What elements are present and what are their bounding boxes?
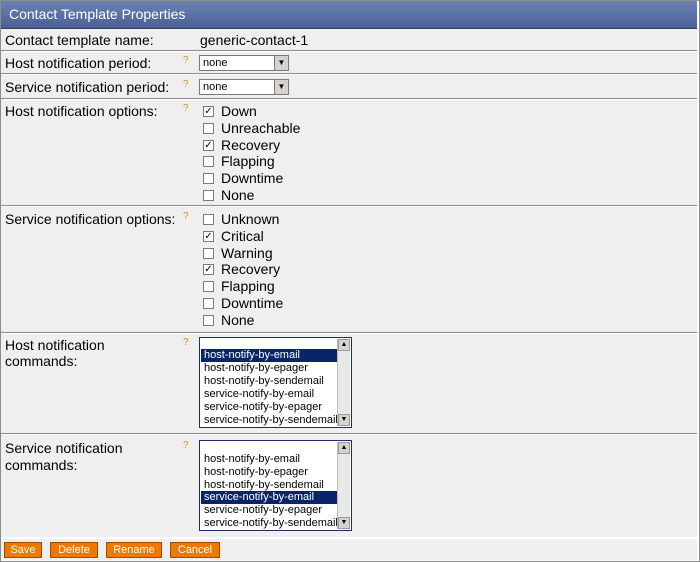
service-commands-label-1: Service notification — [5, 440, 123, 456]
list-item[interactable]: host-notify-by-epager — [201, 466, 337, 479]
scroll-up-icon[interactable]: ▲ — [338, 442, 350, 454]
list-item[interactable]: service-notify-by-sendemail — [201, 517, 338, 530]
list-item[interactable]: service-notify-by-email — [201, 491, 337, 504]
host-commands-label-2: commands: — [5, 353, 78, 369]
checkbox[interactable] — [203, 123, 214, 134]
panel-title: Contact Template Properties — [9, 6, 186, 22]
host-commands-list[interactable]: host-notify-by-email host-notify-by-epag… — [199, 337, 352, 428]
scrollbar[interactable]: ▲ ▼ — [337, 442, 350, 529]
checkbox[interactable]: ✓ — [203, 231, 214, 242]
help-icon[interactable]: ? — [183, 441, 189, 451]
list-item[interactable]: host-notify-by-epager — [201, 362, 337, 375]
scroll-down-icon[interactable]: ▼ — [338, 517, 350, 529]
checkbox[interactable] — [203, 190, 214, 201]
checkbox[interactable] — [203, 298, 214, 309]
delete-button[interactable]: Delete — [50, 542, 98, 558]
host-period-value: none — [203, 57, 228, 69]
list-item[interactable]: host-notify-by-email — [201, 453, 337, 466]
checkbox[interactable] — [203, 173, 214, 184]
scroll-up-icon[interactable]: ▲ — [338, 339, 350, 351]
help-icon[interactable]: ? — [183, 56, 189, 66]
checkbox[interactable] — [203, 281, 214, 292]
service-period-select[interactable]: none ▼ — [199, 79, 289, 95]
checkbox[interactable] — [203, 214, 214, 225]
service-options-label: Service notification options: — [5, 211, 176, 227]
checkbox[interactable] — [203, 315, 214, 326]
list-item[interactable]: service-notify-by-epager — [201, 504, 337, 517]
list-item[interactable]: host-notify-by-email — [201, 349, 337, 362]
checkbox[interactable]: ✓ — [203, 264, 214, 275]
help-icon[interactable]: ? — [183, 212, 189, 222]
service-commands-list[interactable]: host-notify-by-email host-notify-by-epag… — [199, 440, 352, 531]
list-item[interactable]: service-notify-by-epager — [201, 401, 337, 414]
host-period-select[interactable]: none ▼ — [199, 55, 289, 71]
rename-button[interactable]: Rename — [106, 542, 162, 558]
scroll-down-icon[interactable]: ▼ — [338, 414, 350, 426]
service-commands-label-2: commands: — [5, 457, 78, 473]
service-period-label: Service notification period: — [5, 79, 170, 95]
checkbox[interactable]: ✓ — [203, 140, 214, 151]
list-item[interactable]: host-notify-by-sendemail — [201, 375, 337, 388]
help-icon[interactable]: ? — [183, 104, 189, 114]
checkbox[interactable] — [203, 248, 214, 259]
host-period-label: Host notification period: — [5, 55, 152, 71]
list-item[interactable]: service-notify-by-sendemail — [201, 414, 338, 427]
template-name-label: Contact template name: — [5, 32, 154, 48]
help-icon[interactable]: ? — [183, 80, 189, 90]
template-name-value: generic-contact-1 — [200, 32, 309, 48]
host-options-label: Host notification options: — [5, 103, 158, 119]
save-button[interactable]: Save — [4, 542, 42, 558]
chevron-down-icon[interactable]: ▼ — [274, 80, 288, 94]
host-commands-label-1: Host notification — [5, 337, 105, 353]
checkbox[interactable]: ✓ — [203, 106, 214, 117]
service-period-value: none — [203, 81, 228, 93]
scrollbar[interactable]: ▲ ▼ — [337, 339, 350, 426]
checkbox[interactable] — [203, 156, 214, 167]
cancel-button[interactable]: Cancel — [170, 542, 220, 558]
chevron-down-icon[interactable]: ▼ — [274, 56, 288, 70]
list-item[interactable]: service-notify-by-email — [201, 388, 337, 401]
help-icon[interactable]: ? — [183, 338, 189, 348]
title-bar: Contact Template Properties — [1, 1, 697, 29]
